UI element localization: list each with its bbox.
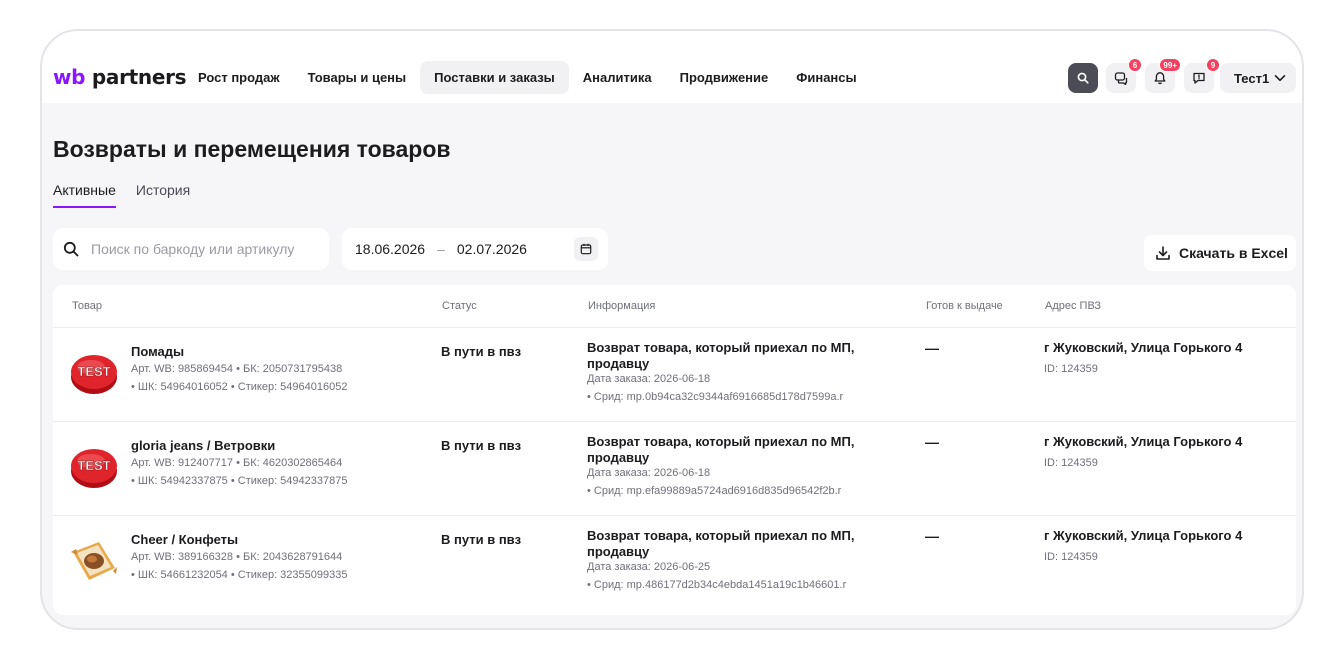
calendar-icon bbox=[580, 243, 592, 255]
column-header-info: Информация bbox=[588, 300, 656, 312]
download-excel-button[interactable]: Скачать в Excel bbox=[1144, 235, 1296, 271]
user-name: Тест1 bbox=[1234, 70, 1270, 86]
user-menu-button[interactable]: Тест1 bbox=[1220, 63, 1296, 93]
pvz-address: г Жуковский, Улица Горького 4 bbox=[1044, 528, 1243, 543]
order-date: Дата заказа: 2026-06-25 bbox=[587, 561, 711, 573]
product-barcode: • ШК: 54964016052 • Стикер: 54964016052 bbox=[131, 381, 348, 393]
download-icon bbox=[1156, 246, 1170, 260]
notifications-badge: 99+ bbox=[1159, 58, 1181, 72]
search-box bbox=[53, 228, 329, 270]
app-window: wb partners Рост продаж Товары и цены По… bbox=[40, 29, 1304, 630]
status-text: В пути в пвз bbox=[441, 438, 522, 453]
pvz-id: ID: 124359 bbox=[1044, 551, 1098, 563]
chat-badge: 6 bbox=[1128, 58, 1142, 72]
message-icon bbox=[1193, 72, 1205, 84]
tab-history[interactable]: История bbox=[136, 182, 190, 208]
pvz-address: г Жуковский, Улица Горького 4 bbox=[1044, 434, 1243, 449]
messages-badge: 9 bbox=[1206, 58, 1220, 72]
chat-button[interactable]: 6 bbox=[1106, 58, 1142, 93]
search-input[interactable] bbox=[91, 241, 311, 257]
srid: • Срид: mp.efa99889a5724ad6916d835d96542… bbox=[587, 485, 842, 497]
calendar-button[interactable] bbox=[574, 237, 598, 261]
header-search-button[interactable] bbox=[1068, 63, 1098, 93]
product-thumbnail-candy bbox=[71, 542, 117, 580]
download-excel-label: Скачать в Excel bbox=[1179, 245, 1288, 261]
info-title: Возврат товара, который приехал по МП, п… bbox=[587, 434, 855, 465]
returns-table: Товар Статус Информация Готов к выдаче А… bbox=[53, 285, 1296, 615]
nav-item-promotion[interactable]: Продвижение bbox=[666, 61, 783, 94]
status-text: В пути в пвз bbox=[441, 532, 522, 547]
product-article: Арт. WB: 912407717 • БК: 4620302865464 bbox=[131, 457, 343, 469]
product-name[interactable]: Cheer / Конфеты bbox=[131, 532, 238, 547]
info-title: Возврат товара, который приехал по МП, п… bbox=[587, 340, 855, 371]
nav-item-finance[interactable]: Финансы bbox=[782, 61, 870, 94]
product-name[interactable]: gloria jeans / Ветровки bbox=[131, 438, 275, 453]
bell-icon bbox=[1154, 72, 1166, 85]
nav-item-goods-prices[interactable]: Товары и цены bbox=[294, 61, 421, 94]
table-row[interactable]: TEST gloria jeans / Ветровки Арт. WB: 91… bbox=[53, 422, 1296, 516]
table-header: Товар Статус Информация Готов к выдаче А… bbox=[53, 285, 1296, 328]
ready-for-pickup: — bbox=[925, 434, 939, 450]
wb-partners-logo[interactable]: wb partners bbox=[53, 65, 187, 89]
messages-button[interactable]: 9 bbox=[1184, 58, 1220, 93]
ready-for-pickup: — bbox=[925, 340, 939, 356]
ready-for-pickup: — bbox=[925, 528, 939, 544]
date-from[interactable]: 18.06.2026 bbox=[355, 241, 425, 257]
column-header-status: Статус bbox=[442, 300, 477, 312]
nav-item-supplies-orders[interactable]: Поставки и заказы bbox=[420, 61, 569, 94]
svg-text:TEST: TEST bbox=[77, 458, 110, 473]
product-thumbnail-test-button: TEST bbox=[71, 355, 117, 394]
page-title: Возвраты и перемещения товаров bbox=[53, 136, 451, 162]
product-name[interactable]: Помады bbox=[131, 344, 184, 359]
pvz-id: ID: 124359 bbox=[1044, 457, 1098, 469]
srid: • Срид: mp.486177d2b34c4ebda1451a19c1b46… bbox=[587, 579, 847, 591]
product-article: Арт. WB: 389166328 • БК: 2043628791644 bbox=[131, 551, 343, 563]
tab-active[interactable]: Активные bbox=[53, 182, 116, 208]
tabs: Активные История bbox=[53, 182, 210, 208]
date-separator: – bbox=[437, 241, 445, 257]
column-header-product: Товар bbox=[72, 300, 102, 312]
date-range-picker[interactable]: 18.06.2026 – 02.07.2026 bbox=[342, 228, 608, 270]
pvz-id: ID: 124359 bbox=[1044, 363, 1098, 375]
nav-item-sales-growth[interactable]: Рост продаж bbox=[184, 61, 294, 94]
srid: • Срид: mp.0b94ca32c9344af6916685d178d75… bbox=[587, 391, 844, 403]
search-icon bbox=[63, 241, 79, 257]
chat-icon bbox=[1114, 72, 1128, 85]
status-text: В пути в пвз bbox=[441, 344, 522, 359]
column-header-address: Адрес ПВЗ bbox=[1045, 300, 1102, 312]
svg-text:TEST: TEST bbox=[77, 364, 110, 379]
product-thumbnail-test-button: TEST bbox=[71, 449, 117, 488]
pvz-address: г Жуковский, Улица Горького 4 bbox=[1044, 340, 1243, 355]
notifications-button[interactable]: 99+ bbox=[1145, 58, 1181, 93]
product-barcode: • ШК: 54942337875 • Стикер: 54942337875 bbox=[131, 475, 348, 487]
order-date: Дата заказа: 2026-06-18 bbox=[587, 467, 711, 479]
date-to[interactable]: 02.07.2026 bbox=[457, 241, 527, 257]
product-article: Арт. WB: 985869454 • БК: 2050731795438 bbox=[131, 363, 343, 375]
product-barcode: • ШК: 54661232054 • Стикер: 32355099335 bbox=[131, 569, 348, 581]
search-icon bbox=[1077, 72, 1089, 84]
column-header-ready: Готов к выдаче bbox=[926, 300, 1003, 312]
top-header: wb partners Рост продаж Товары и цены По… bbox=[42, 31, 1302, 103]
nav-item-analytics[interactable]: Аналитика bbox=[569, 61, 666, 94]
order-date: Дата заказа: 2026-06-18 bbox=[587, 373, 711, 385]
chevron-down-icon bbox=[1274, 75, 1286, 82]
table-row[interactable]: TEST Помады Арт. WB: 985869454 • БК: 205… bbox=[53, 328, 1296, 422]
table-row[interactable]: Cheer / Конфеты Арт. WB: 389166328 • БК:… bbox=[53, 516, 1296, 610]
main-nav: Рост продаж Товары и цены Поставки и зак… bbox=[184, 61, 871, 94]
info-title: Возврат товара, который приехал по МП, п… bbox=[587, 528, 855, 559]
